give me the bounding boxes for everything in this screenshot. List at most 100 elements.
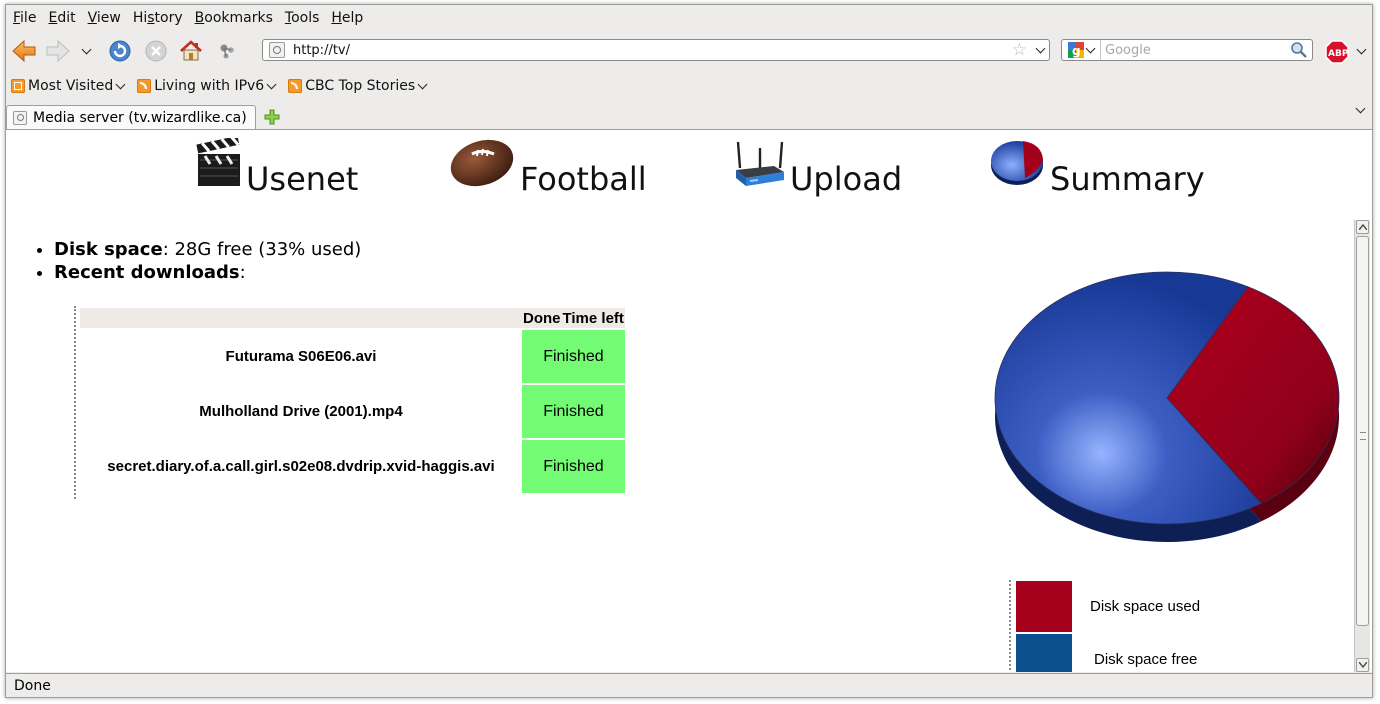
table-header-row: Done Time left [80, 308, 625, 328]
reload-button[interactable] [106, 37, 134, 65]
nav-label: Football [520, 160, 647, 198]
legend-swatch-free [1016, 634, 1072, 672]
legend-label: Disk space free [1094, 651, 1198, 668]
nav-link-football[interactable]: Football [448, 138, 647, 198]
downloads-table: Done Time left Futurama S06E06.avi Finis… [80, 306, 625, 495]
search-engine-button[interactable]: g [1062, 40, 1101, 60]
site-identity-icon[interactable] [269, 42, 285, 58]
svg-text:g: g [1072, 44, 1081, 58]
status-bar: Done [6, 673, 1372, 697]
abp-dropdown-button[interactable] [1351, 37, 1367, 65]
bookmark-label: CBC Top Stories [305, 78, 416, 94]
download-name: Futurama S06E06.avi [225, 348, 377, 365]
menu-bar: File Edit View History Bookmarks Tools H… [6, 5, 1372, 31]
nav-label: Upload [790, 160, 903, 198]
browser-window: File Edit View History Bookmarks Tools H… [5, 4, 1373, 698]
download-status: Finished [522, 330, 625, 383]
rss-feed-icon [288, 79, 303, 93]
table-row: Futurama S06E06.avi Finished [80, 330, 625, 383]
header-time-left: Time left [561, 308, 625, 328]
nav-link-usenet[interactable]: Usenet [196, 138, 358, 198]
header-name [80, 308, 522, 328]
chevron-down-icon [266, 79, 277, 89]
forward-arrow-icon [46, 39, 70, 63]
status-text: Done [14, 677, 51, 694]
rss-feed-icon [137, 79, 152, 93]
table-row: secret.diary.of.a.call.girl.s02e08.dvdri… [80, 440, 625, 493]
header-done: Done [522, 308, 562, 328]
search-input[interactable]: Google [1105, 43, 1290, 58]
vertical-scrollbar[interactable] [1354, 220, 1370, 672]
chevron-down-icon [1085, 43, 1096, 53]
disk-space-value: : 28G free (33% used) [162, 239, 362, 260]
clapperboard-icon [196, 138, 240, 186]
folder-feed-icon [11, 79, 25, 93]
svg-text:ABP: ABP [1328, 49, 1349, 59]
bookmark-living-with-ipv6[interactable]: Living with IPv6 [137, 78, 277, 94]
url-dropdown-button[interactable] [1031, 43, 1045, 53]
downloads-table-wrapper: Done Time left Futurama S06E06.avi Finis… [74, 306, 625, 499]
home-icon [180, 40, 202, 61]
football-icon [450, 139, 514, 187]
google-icon: g [1068, 42, 1084, 58]
menu-bookmarks[interactable]: Bookmarks [189, 10, 279, 26]
menu-file[interactable]: File [6, 10, 42, 26]
disk-usage-pie-chart [994, 271, 1340, 542]
legend-swatch-used [1016, 581, 1072, 632]
magnifier-icon[interactable] [1290, 41, 1308, 59]
new-tab-plus-icon[interactable] [264, 109, 280, 125]
menu-history[interactable]: History [127, 10, 189, 26]
menu-view[interactable]: View [82, 10, 127, 26]
url-input[interactable]: http://tv/ [293, 43, 1012, 58]
menu-tools[interactable]: Tools [279, 10, 326, 26]
table-row: Mulholland Drive (2001).mp4 Finished [80, 385, 625, 438]
download-name: Mulholland Drive (2001).mp4 [199, 403, 403, 420]
menu-edit[interactable]: Edit [42, 10, 81, 26]
back-arrow-icon [12, 39, 36, 63]
adblock-button[interactable]: ABP [1325, 40, 1349, 64]
extension-button[interactable] [213, 37, 241, 65]
chevron-down-icon [115, 79, 126, 89]
scroll-up-button[interactable] [1356, 220, 1369, 234]
stop-button[interactable] [142, 37, 170, 65]
router-icon [736, 141, 784, 186]
scroll-down-button[interactable] [1356, 658, 1369, 672]
bookmark-star-icon[interactable]: ☆ [1012, 40, 1027, 60]
forward-button[interactable] [44, 37, 72, 65]
arrow-down-icon [1358, 662, 1367, 668]
arrow-up-icon [1358, 224, 1367, 230]
nav-link-summary[interactable]: Summary [990, 138, 1205, 198]
home-button[interactable] [177, 37, 205, 65]
page-content: Usenet Football Upload Summary • Disk sp… [6, 130, 1372, 672]
legend-item-free: Disk space free [1016, 633, 1200, 672]
search-bar[interactable]: g Google [1061, 39, 1313, 61]
history-dropdown-button[interactable] [76, 37, 92, 65]
pie-legend: Disk space used Disk space free [1009, 580, 1200, 672]
bookmark-cbc-top-stories[interactable]: CBC Top Stories [288, 78, 428, 94]
chevron-down-icon [417, 79, 428, 89]
nav-link-upload[interactable]: Upload [734, 138, 902, 198]
disk-space-label: Disk space [54, 239, 163, 260]
tab-bar: Media server (tv.wizardlike.ca) [6, 103, 1372, 130]
back-button[interactable] [10, 37, 38, 65]
scroll-thumb[interactable] [1356, 236, 1369, 626]
bookmark-label: Most Visited [28, 78, 114, 94]
recent-downloads-item: Recent downloads: [54, 261, 361, 284]
legend-label: Disk space used [1090, 598, 1201, 615]
download-status: Finished [522, 440, 625, 493]
bookmark-most-visited[interactable]: Most Visited [11, 78, 126, 94]
legend-item-used: Disk space used [1016, 580, 1200, 633]
menu-help[interactable]: Help [325, 10, 369, 26]
tab-favicon-icon [13, 110, 27, 125]
tab-list-chevron-icon[interactable] [1355, 103, 1366, 114]
chevron-down-icon [1035, 43, 1045, 53]
download-status: Finished [522, 385, 625, 438]
navigation-toolbar: http://tv/ ☆ g Google ABP [6, 33, 1372, 69]
bookmarks-toolbar: Most Visited Living with IPv6 CBC Top St… [6, 71, 1372, 101]
stop-icon [145, 40, 167, 62]
url-bar[interactable]: http://tv/ ☆ [262, 39, 1050, 61]
tab-media-server[interactable]: Media server (tv.wizardlike.ca) [6, 105, 256, 129]
download-name: secret.diary.of.a.call.girl.s02e08.dvdri… [107, 458, 495, 475]
recent-downloads-label: Recent downloads [54, 262, 240, 283]
disk-info-list: Disk space: 28G free (33% used) Recent d… [32, 238, 361, 284]
